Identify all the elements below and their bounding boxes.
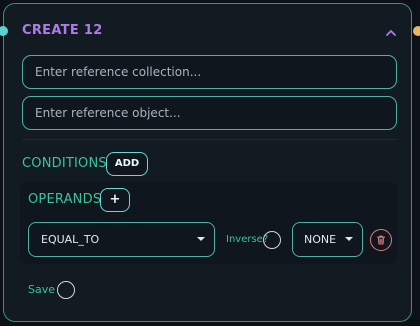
save-label: Save bbox=[28, 283, 56, 296]
divider bbox=[22, 139, 397, 140]
reference-object-input[interactable]: Enter reference object... bbox=[22, 96, 397, 130]
chevron-up-icon[interactable] bbox=[384, 25, 398, 39]
caret-down-icon bbox=[197, 237, 205, 241]
caret-down-icon bbox=[345, 237, 353, 241]
save-toggle[interactable] bbox=[57, 281, 75, 299]
inverse-label: Inverse? bbox=[226, 234, 269, 245]
operator-select-value: EQUAL_TO bbox=[41, 233, 100, 246]
node-title: CREATE 12 bbox=[22, 23, 103, 38]
reference-collection-input[interactable]: Enter reference collection... bbox=[22, 55, 397, 89]
none-select-value: NONE bbox=[304, 233, 337, 246]
trash-icon bbox=[376, 235, 386, 245]
conditions-label: CONDITIONS bbox=[22, 156, 107, 171]
operator-select[interactable]: EQUAL_TO bbox=[28, 222, 215, 257]
add-operand-button[interactable]: + bbox=[100, 188, 130, 212]
right-connection-handle[interactable] bbox=[413, 26, 420, 36]
operands-label: OPERANDS bbox=[28, 192, 102, 207]
delete-operand-button[interactable] bbox=[370, 229, 392, 251]
none-select[interactable]: NONE bbox=[292, 222, 363, 257]
add-condition-button[interactable]: ADD bbox=[106, 152, 148, 176]
inverse-toggle[interactable] bbox=[263, 231, 281, 249]
